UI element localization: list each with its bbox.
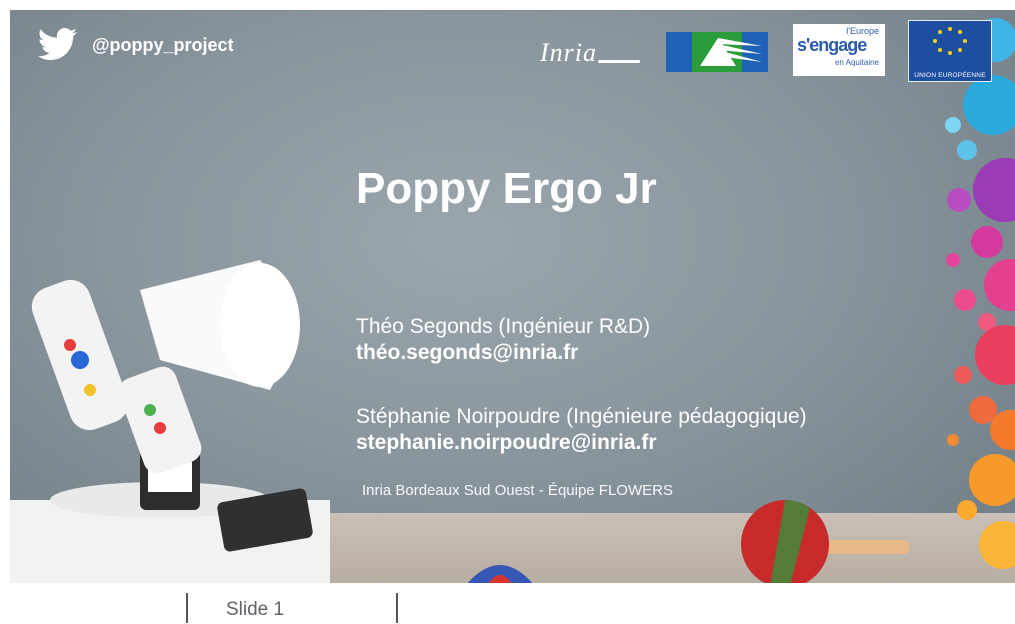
maraca [741,500,910,583]
twitter-handle: @poppy_project [92,34,234,55]
slide-footer: Slide 1 [0,583,1015,624]
europe-logo-main: s'engage [797,35,867,55]
region-aquitaine-logo [666,32,768,72]
slide-title: Poppy Ergo Jr [356,164,657,213]
eu-flag-logo: UNION EUROPÉENNE [908,20,992,82]
author-block: Théo Segonds (Ingénieur R&D) théo.segond… [356,314,650,366]
footer-divider [396,593,398,623]
slide-label[interactable]: Slide 1 [226,599,284,621]
robot-illustration [10,260,330,583]
europe-engage-logo: l'Europe s'engage en Aquitaine [793,24,885,76]
footer-divider [186,593,188,623]
twitter-bird-icon [38,28,77,60]
team-affiliation: Inria Bordeaux Sud Ouest - Équipe FLOWER… [362,482,673,499]
juggling-ball [467,565,533,583]
inria-logo: Inria [540,38,640,67]
author-block: Stéphanie Noirpoudre (Ingénieure pédagog… [356,404,807,456]
twitter-badge: @poppy_project [38,28,234,62]
author-email: stephanie.noirpoudre@inria.fr [356,431,657,454]
eu-caption: UNION EUROPÉENNE [914,72,986,79]
author-name: Théo Segonds (Ingénieur R&D) [356,315,651,338]
author-name: Stéphanie Noirpoudre (Ingénieure pédagog… [356,405,807,428]
slide-canvas: @poppy_project Inria l'Europe s'engage e… [10,10,1015,583]
author-email: théo.segonds@inria.fr [356,341,579,364]
eu-stars-icon [933,27,967,55]
europe-logo-sub: en Aquitaine [834,58,879,67]
